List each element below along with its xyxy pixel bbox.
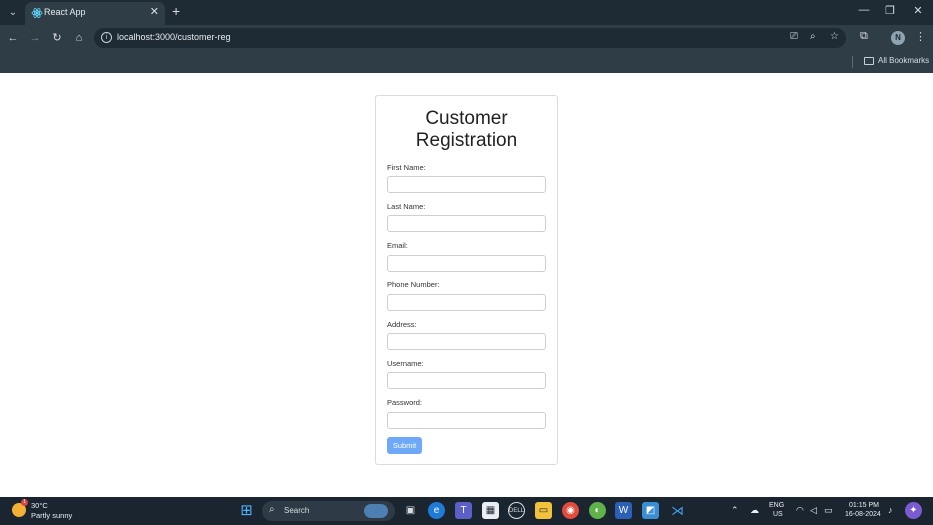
zoom-icon[interactable]: ⌕ [810, 31, 816, 42]
address-bar[interactable]: i localhost:3000/customer-reg ⎚ ⌕ ☆ [94, 28, 846, 48]
search-highlight-icon [364, 504, 388, 518]
close-window-icon[interactable]: ✕ [908, 4, 928, 17]
reload-icon[interactable]: ↻ [49, 30, 65, 46]
word-icon[interactable]: W [615, 502, 632, 519]
store-icon[interactable]: ▦ [482, 502, 499, 519]
chrome-icon[interactable]: ◉ [562, 502, 579, 519]
bookmarks-bar: All Bookmarks [0, 51, 933, 73]
windows-start-icon[interactable]: ⊞ [238, 502, 255, 519]
bookmarks-divider [852, 56, 853, 68]
notification-bell-icon[interactable]: ♪ [888, 505, 893, 515]
wifi-icon[interactable]: ◠ [796, 505, 804, 516]
email-label: Email: [387, 241, 408, 250]
site-info-icon[interactable]: i [101, 32, 112, 43]
language-indicator[interactable]: ENG [769, 502, 784, 509]
title-line-2: Registration [415, 130, 518, 151]
url-text[interactable]: localhost:3000/customer-reg [117, 32, 231, 42]
react-logo-icon [31, 8, 43, 18]
battery-icon[interactable]: ▭ [824, 505, 833, 516]
first-name-label: First Name: [387, 163, 426, 172]
username-label: Username: [387, 359, 424, 368]
weather-badge: 1 [21, 499, 28, 506]
forward-icon[interactable]: → [27, 30, 43, 46]
browser-menu-icon[interactable]: ⋮ [915, 30, 926, 43]
copilot-icon[interactable]: ✦ [905, 502, 922, 519]
tab-close-icon[interactable]: ✕ [150, 5, 159, 18]
last-name-label: Last Name: [387, 202, 426, 211]
restore-icon[interactable]: ❐ [880, 4, 900, 17]
taskbar-search[interactable]: ⌕ Search [262, 501, 395, 521]
email-input[interactable] [387, 255, 546, 272]
task-view-icon[interactable]: ▣ [402, 502, 419, 519]
onedrive-icon[interactable]: ☁ [750, 505, 759, 516]
weather-temperature[interactable]: 30°C [31, 501, 48, 510]
folder-icon [864, 57, 874, 65]
all-bookmarks-link[interactable]: All Bookmarks [878, 56, 929, 65]
teams-icon[interactable]: T [455, 502, 472, 519]
tab-search-chevron-icon[interactable]: ⌄ [5, 5, 21, 21]
minimize-icon[interactable]: — [854, 4, 874, 16]
volume-icon[interactable]: ◁ [810, 505, 817, 516]
profile-avatar[interactable]: N [891, 31, 905, 45]
search-label: Search [284, 506, 310, 515]
language-region[interactable]: US [773, 511, 783, 518]
windows-taskbar: 1 30°C Partly sunny ⊞ ⌕ Search ▣ e T ▦ D… [0, 497, 933, 525]
submit-button[interactable]: Submit [387, 437, 422, 454]
photos-icon[interactable]: ◩ [642, 502, 659, 519]
back-icon[interactable]: ← [5, 30, 21, 46]
first-name-input[interactable] [387, 176, 546, 193]
clock-date[interactable]: 16-08-2024 [845, 511, 881, 518]
extensions-icon[interactable]: ⧉ [860, 30, 868, 43]
password-label: Password: [387, 398, 423, 407]
password-input[interactable] [387, 412, 546, 429]
install-app-icon[interactable]: ⎚ [790, 31, 798, 42]
page-title: Customer Registration [376, 108, 557, 152]
tab-title: React App [44, 7, 86, 17]
bookmark-star-icon[interactable]: ☆ [830, 31, 839, 42]
vscode-icon[interactable]: ⋊ [669, 502, 686, 519]
registration-card: Customer Registration First Name: Last N… [375, 95, 558, 465]
search-icon: ⌕ [269, 504, 275, 515]
browser-tab-bar: ⌄ React App ✕ + — ❐ ✕ [0, 0, 933, 25]
edge-icon[interactable]: e [428, 502, 445, 519]
phone-number-input[interactable] [387, 294, 546, 311]
weather-description[interactable]: Partly sunny [31, 511, 72, 520]
spring-tool-icon[interactable]: ◐ [589, 502, 606, 519]
last-name-input[interactable] [387, 215, 546, 232]
username-input[interactable] [387, 372, 546, 389]
tray-chevron-icon[interactable]: ⌃ [731, 505, 739, 516]
file-explorer-icon[interactable]: ▭ [535, 502, 552, 519]
address-label: Address: [387, 320, 417, 329]
home-icon[interactable]: ⌂ [71, 30, 87, 46]
browser-toolbar: ← → ↻ ⌂ i localhost:3000/customer-reg ⎚ … [0, 25, 933, 51]
title-line-1: Customer [425, 108, 508, 129]
phone-number-label: Phone Number: [387, 280, 440, 289]
clock-time[interactable]: 01:15 PM [849, 502, 879, 509]
browser-tab[interactable]: React App ✕ [25, 2, 165, 25]
dell-icon[interactable]: DELL [508, 502, 525, 519]
new-tab-icon[interactable]: + [172, 3, 180, 19]
address-input[interactable] [387, 333, 546, 350]
